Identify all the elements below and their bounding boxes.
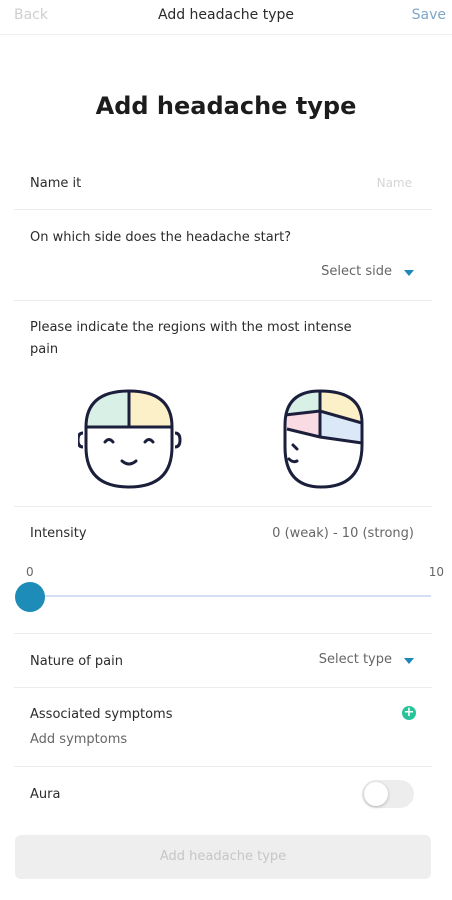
name-label: Name it [30,176,82,191]
divider [14,633,432,634]
mouth [120,459,138,466]
nature-select-label: Select type [318,652,392,667]
divider [14,687,432,688]
nature-label: Nature of pain [30,654,123,669]
side-mouth [287,457,299,464]
region-front-left[interactable] [86,391,129,427]
front-head-diagram [78,389,182,489]
right-eye [143,438,155,444]
right-ear [174,431,182,449]
left-ear [78,431,84,449]
add-symptoms-link[interactable]: Add symptoms [30,732,127,747]
chevron-down-icon [404,657,414,664]
side-select-label: Select side [321,264,392,279]
intensity-slider-thumb[interactable] [15,582,45,612]
intensity-slider-track[interactable] [31,595,431,597]
divider [14,300,432,301]
side-select[interactable]: Select side [321,264,414,279]
navigation-bar: Back Add headache type Save [0,0,452,35]
add-symptom-icon[interactable]: + [402,706,416,720]
save-button[interactable]: Save [412,7,446,23]
divider [14,506,432,507]
divider [14,209,432,210]
name-input[interactable] [250,172,414,194]
aura-toggle[interactable] [362,780,414,808]
left-eye [103,438,115,444]
intensity-label: Intensity [30,526,87,541]
nav-title: Add headache type [158,7,294,23]
side-question: On which side does the headache start? [30,230,292,245]
symptoms-label: Associated symptoms [30,707,173,722]
side-head-diagram [283,389,364,489]
region-front-right[interactable] [129,391,172,427]
page-title: Add headache type [95,92,357,120]
add-headache-type-button[interactable]: Add headache type [15,835,431,879]
intensity-max-label: 10 [428,565,444,579]
regions-prompt-line2: pain [30,342,59,357]
nature-select[interactable]: Select type [319,652,414,667]
chevron-down-icon [404,269,414,276]
aura-label: Aura [30,787,61,802]
intensity-scale-hint: 0 (weak) - 10 (strong) [272,526,414,541]
toggle-knob [364,782,388,806]
intensity-min-label: 0 [26,565,34,579]
regions-prompt-line1: Please indicate the regions with the mos… [30,320,352,335]
side-eye [291,443,299,451]
divider [14,766,432,767]
